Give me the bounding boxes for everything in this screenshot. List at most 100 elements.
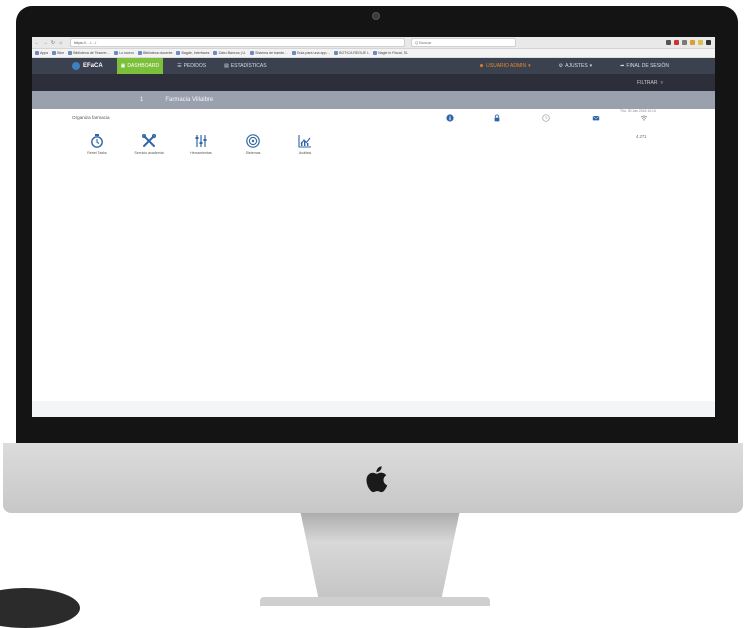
nav-pedidos[interactable]: ☰ PEDIDOS <box>173 58 210 74</box>
pharmacy-bar[interactable]: 1 Farmacia Villalbre <box>32 91 715 109</box>
bookmark-item[interactable]: Nagle in Fiscal, SL <box>373 51 408 55</box>
url-text: https://…/…/ <box>74 40 97 45</box>
extension-yellow-icon[interactable] <box>698 40 703 45</box>
pharmacy-name: Farmacia Villalbre <box>165 97 214 103</box>
settings-menu[interactable]: ⚙ AJUSTES ▾ <box>555 63 597 69</box>
nav-pedidos-label: PEDIDOS <box>183 63 207 69</box>
address-bar[interactable]: https://…/…/ <box>70 38 405 47</box>
tools-row: Reset Tasks Servicio academia Herramient… <box>78 133 324 155</box>
search-placeholder: Q Buscar <box>415 40 432 45</box>
cart-icon: ☰ <box>177 63 182 69</box>
bookmark-favicon-icon <box>334 51 339 55</box>
browser-search-input[interactable]: Q Buscar <box>411 38 516 47</box>
back-icon[interactable]: ← <box>34 40 40 46</box>
monitor-stand <box>300 510 460 602</box>
user-menu[interactable]: ☻ USUARIO ADMIN ▾ <box>475 63 535 69</box>
reload-icon[interactable]: ↻ <box>50 40 56 46</box>
bookmark-item[interactable]: Sistema de bande… <box>250 51 288 55</box>
tool-sistemas[interactable]: Sistemas <box>234 133 272 155</box>
bookmark-label: Biblioteca docente <box>143 51 173 55</box>
forward-icon[interactable]: → <box>42 40 48 46</box>
timestamp: Thu, 30 Jan 2018 10:14 <box>620 109 656 113</box>
bookmark-favicon-icon <box>291 51 296 55</box>
bookmark-item[interactable]: Guia para una app… <box>291 51 331 55</box>
bookmark-label: Nagle in Fiscal, SL <box>378 51 409 55</box>
nav-dashboard[interactable]: ▣ DASHBOARD <box>116 58 164 74</box>
bookmark-label: Guia para una app… <box>296 51 331 55</box>
clock-status-icon[interactable] <box>542 114 550 122</box>
nav-dashboard-label: DASHBOARD <box>127 63 160 69</box>
mail-status-icon[interactable] <box>592 114 600 122</box>
bookmark-item[interactable]: Biblioteca de Tesorer… <box>68 51 110 55</box>
camera-icon <box>372 12 380 20</box>
desk-shadow <box>0 588 80 628</box>
bookmark-item[interactable]: Bice <box>52 51 64 55</box>
bookmark-favicon-icon <box>52 51 57 55</box>
extension-red-icon[interactable] <box>674 40 679 45</box>
bookmark-label: BOTICA REGUE L <box>339 51 370 55</box>
apple-logo-icon <box>366 466 388 493</box>
info-status-icon[interactable] <box>446 114 454 122</box>
menu-icon[interactable] <box>706 40 711 45</box>
bookmark-label: Bice <box>57 51 65 55</box>
chart-icon <box>298 135 311 148</box>
tool-analisis[interactable]: Análisis <box>286 133 324 155</box>
download-icon[interactable] <box>666 40 671 45</box>
stats-icon: ▤ <box>224 63 229 69</box>
bookmarks-bar: Apps Bice Biblioteca de Tesorer… Lo nuevo Bi… <box>32 49 715 58</box>
bookmark-label: Biblioteca de Tesorer… <box>73 51 111 55</box>
section-title: Organiza farmacia <box>72 115 110 120</box>
target-icon <box>246 134 260 148</box>
home-icon[interactable]: ⌂ <box>58 40 64 46</box>
tool-servicio-academia[interactable]: Servicio academia <box>130 133 168 155</box>
pharmacy-index: 1 <box>140 97 144 103</box>
extension-orange-icon[interactable] <box>690 40 695 45</box>
nav-estadisticas[interactable]: ▤ ESTADÍSTICAS <box>220 58 270 74</box>
filter-button[interactable]: FILTRAR ▿ <box>637 80 663 86</box>
tool-reset-tasks[interactable]: Reset Tasks <box>78 133 116 155</box>
bookmark-favicon-icon <box>35 51 39 55</box>
app-logo[interactable]: EFaCA <box>72 62 103 70</box>
bookmark-favicon-icon <box>68 51 73 55</box>
main-content: Organiza farmacia Thu, 30 Jan 2018 10:14… <box>32 109 715 401</box>
tool-label: Sistemas <box>245 151 261 155</box>
bookmark-item[interactable]: BOTICA REGUE L <box>334 51 369 55</box>
logout-label: FINAL DE SESIÓN <box>626 63 669 69</box>
logo-icon <box>72 62 80 70</box>
user-icon: ☻ <box>478 63 485 69</box>
tool-label: Herramientas <box>190 151 212 155</box>
logout-button[interactable]: ➦ FINAL DE SESIÓN <box>616 63 673 69</box>
gear-icon: ⚙ <box>558 63 564 69</box>
tool-label: Análisis <box>298 151 312 155</box>
bookmark-favicon-icon <box>138 51 143 55</box>
filter-label: FILTRAR <box>637 79 658 86</box>
tool-label: Reset Tasks <box>87 151 107 155</box>
chevron-down-icon: ▾ <box>589 63 593 69</box>
user-name: USUARIO ADMIN <box>486 63 527 69</box>
settings-label: AJUSTES <box>565 63 588 69</box>
bookmark-label: Lo nuevo <box>119 51 135 55</box>
bookmark-item[interactable]: Bagde, interfaces <box>176 51 209 55</box>
bookmark-favicon-icon <box>176 51 181 55</box>
bookmark-favicon-icon <box>213 51 218 55</box>
lock-status-icon[interactable] <box>493 114 501 122</box>
sliders-icon <box>195 135 207 147</box>
bookmark-label: Apps <box>40 51 49 55</box>
bookmark-label: Sistema de bande… <box>255 51 288 55</box>
bookmark-item[interactable]: Biblioteca docente <box>138 51 172 55</box>
chevron-down-icon: ▾ <box>528 63 531 69</box>
bookmark-item[interactable]: Apps <box>35 51 48 55</box>
screen: ← → ↻ ⌂ https://…/…/ Q Buscar Apps Bice Bi… <box>32 37 715 417</box>
wifi-status-icon[interactable] <box>640 114 648 122</box>
bookmark-item[interactable]: Lo nuevo <box>114 51 134 55</box>
tools-icon <box>141 133 157 147</box>
tool-herramientas[interactable]: Herramientas <box>182 133 220 155</box>
logo-text: EFaCA <box>83 63 103 69</box>
filter-icon: ▿ <box>660 79 663 86</box>
bookmark-item[interactable]: Zabu Bancos | U. <box>213 51 246 55</box>
app-navbar: EFaCA ▣ DASHBOARD ☰ PEDIDOS ▤ ESTADÍSTIC… <box>32 58 715 74</box>
dashboard-icon: ▣ <box>120 63 126 69</box>
bookmark-icon[interactable] <box>682 40 687 45</box>
nav-estadisticas-label: ESTADÍSTICAS <box>230 63 267 69</box>
monitor-chin <box>3 443 743 513</box>
